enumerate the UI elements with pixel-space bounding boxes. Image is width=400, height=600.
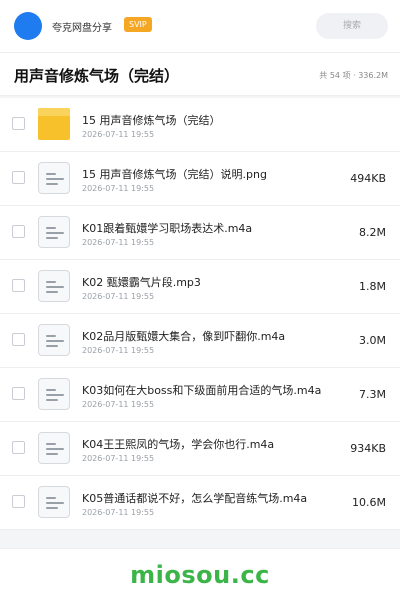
watermark-text: miosou.cc [130, 561, 270, 589]
svip-badge: SVIP [124, 17, 152, 32]
page-title: 用声音修炼气场（完结） [14, 67, 180, 85]
file-size: 1.8M [359, 280, 386, 293]
footer: miosou.cc [0, 548, 400, 600]
file-date: 2026-07-11 19:55 [82, 508, 155, 517]
file-row[interactable]: K05普通话都说不好，怎么学配音练气场.m4a 2026-07-11 19:55 1… [0, 476, 400, 530]
search-input[interactable]: 搜索 [316, 13, 388, 39]
folder-icon [38, 108, 70, 140]
file-row[interactable]: K04王王熙凤的气场，学会你也行.m4a 2026-07-11 19:55 934K… [0, 422, 400, 476]
file-size: 3.0M [359, 334, 386, 347]
file-size: 494KB [350, 172, 386, 185]
row-checkbox[interactable] [12, 171, 25, 184]
file-size: 8.2M [359, 226, 386, 239]
file-name[interactable]: K04王王熙凤的气场，学会你也行.m4a [82, 436, 274, 452]
file-date: 2026-07-11 19:55 [82, 400, 155, 409]
file-date: 2026-07-11 19:55 [82, 454, 155, 463]
file-row[interactable]: K02品月版甄嬛大集合，像到吓翻你.m4a 2026-07-11 19:55 3.0… [0, 314, 400, 368]
file-icon [38, 486, 70, 518]
file-icon [38, 162, 70, 194]
file-icon [38, 432, 70, 464]
file-row[interactable]: K03如何在大boss和下级面前用合适的气场.m4a 2026-07-11 19:… [0, 368, 400, 422]
file-name[interactable]: K01跟着甄嬛学习职场表达术.m4a [82, 220, 252, 236]
row-checkbox[interactable] [12, 495, 25, 508]
file-name[interactable]: K03如何在大boss和下级面前用合适的气场.m4a [82, 382, 321, 398]
file-row[interactable]: 15 用声音修炼气场（完结） 2026-07-11 19:55 [0, 98, 400, 152]
file-name[interactable]: 15 用声音修炼气场（完结） [82, 112, 221, 128]
file-name[interactable]: K05普通话都说不好，怎么学配音练气场.m4a [82, 490, 307, 506]
avatar[interactable] [14, 12, 42, 40]
row-checkbox[interactable] [12, 279, 25, 292]
file-date: 2026-07-11 19:55 [82, 184, 155, 193]
row-checkbox[interactable] [12, 117, 25, 130]
file-list: 15 用声音修炼气场（完结） 2026-07-11 19:55 15 用声音修炼气场… [0, 98, 400, 530]
file-row[interactable]: K01跟着甄嬛学习职场表达术.m4a 2026-07-11 19:55 8.2M [0, 206, 400, 260]
file-date: 2026-07-11 19:55 [82, 130, 155, 139]
file-name[interactable]: K02 甄嬛霸气片段.mp3 [82, 274, 201, 290]
file-icon [38, 216, 70, 248]
file-name[interactable]: K02品月版甄嬛大集合，像到吓翻你.m4a [82, 328, 285, 344]
file-size: 7.3M [359, 388, 386, 401]
folder-header: 用声音修炼气场（完结） 共 54 项 · 336.2M [0, 52, 400, 96]
file-row[interactable]: 15 用声音修炼气场（完结）说明.png 2026-07-11 19:55 494K… [0, 152, 400, 206]
app-name: 夸克网盘分享 [52, 23, 112, 34]
file-date: 2026-07-11 19:55 [82, 292, 155, 301]
row-checkbox[interactable] [12, 225, 25, 238]
file-icon [38, 270, 70, 302]
file-row[interactable]: K02 甄嬛霸气片段.mp3 2026-07-11 19:55 1.8M [0, 260, 400, 314]
file-icon [38, 378, 70, 410]
file-icon [38, 324, 70, 356]
row-checkbox[interactable] [12, 333, 25, 346]
row-checkbox[interactable] [12, 441, 25, 454]
file-size: 934KB [350, 442, 386, 455]
top-bar: 夸克网盘分享 SVIP 搜索 [0, 0, 400, 52]
file-size: 10.6M [352, 496, 386, 509]
row-checkbox[interactable] [12, 387, 25, 400]
file-date: 2026-07-11 19:55 [82, 346, 155, 355]
folder-summary: 共 54 项 · 336.2M [319, 71, 388, 80]
file-name[interactable]: 15 用声音修炼气场（完结）说明.png [82, 166, 267, 182]
file-date: 2026-07-11 19:55 [82, 238, 155, 247]
